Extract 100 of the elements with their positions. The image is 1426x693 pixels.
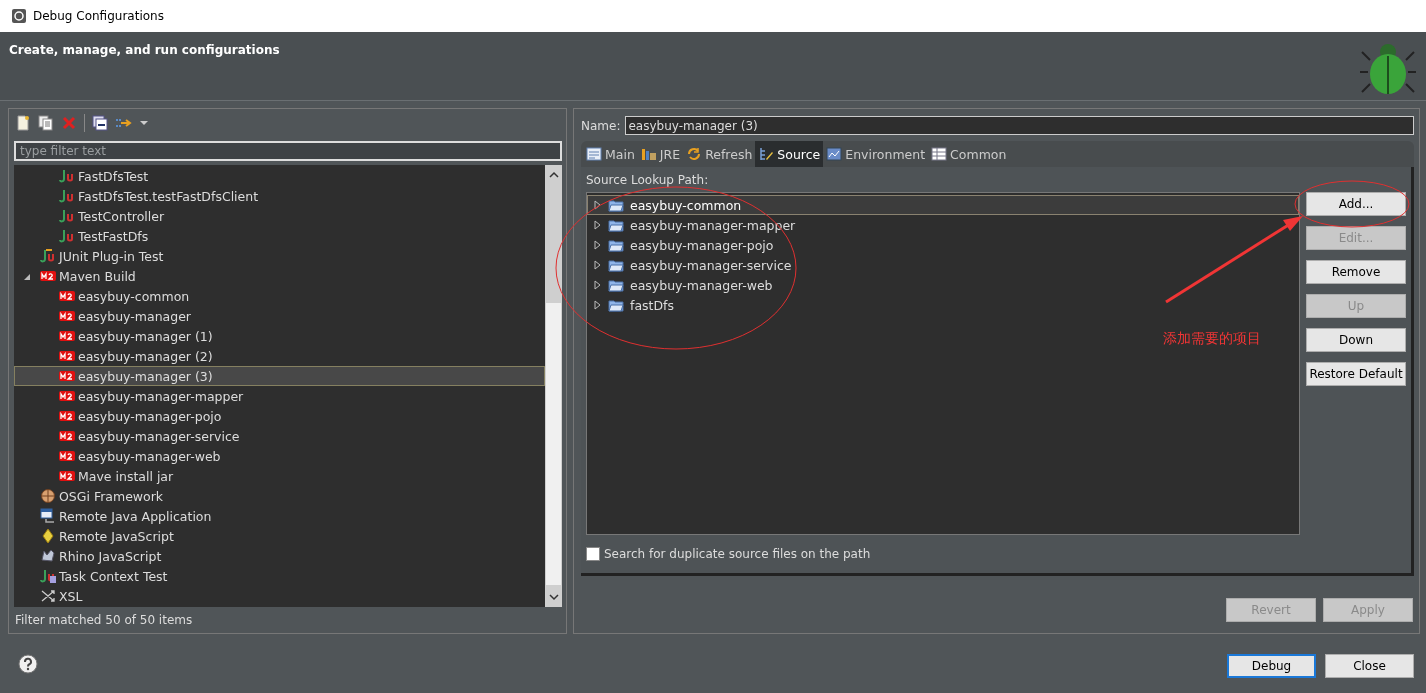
tab[interactable]: Main (583, 141, 638, 167)
scrollbar-thumb[interactable] (546, 303, 561, 585)
tree-item[interactable]: easybuy-manager-web (14, 446, 545, 466)
tree-item[interactable]: easybuy-manager (2) (14, 346, 545, 366)
source-item[interactable]: easybuy-manager-service (587, 255, 1299, 275)
tree-item[interactable]: Mave install jar (14, 466, 545, 486)
maven-icon (59, 428, 75, 444)
tree-item-label: FastDfsTest (78, 168, 149, 184)
tree-item[interactable]: TestController (14, 206, 545, 226)
junit-test-icon (59, 188, 75, 204)
source-item[interactable]: easybuy-manager-mapper (587, 215, 1299, 235)
tree-item[interactable]: easybuy-manager (14, 306, 545, 326)
source-item[interactable]: easybuy-common (587, 195, 1299, 215)
scrollbar[interactable] (545, 165, 562, 607)
tree-item[interactable]: Rhino JavaScript (14, 546, 545, 566)
tab[interactable]: Environment (823, 141, 929, 167)
tree-item[interactable]: easybuy-manager (3) (14, 366, 545, 386)
filter-status: Filter matched 50 of 50 items (14, 613, 194, 627)
tree-item-label: XSL (59, 588, 83, 604)
tab[interactable]: Source (755, 141, 824, 167)
tree-item-label: Mave install jar (78, 468, 174, 484)
tree-item[interactable]: FastDfsTest (14, 166, 545, 186)
maven-icon (59, 308, 75, 324)
tree-item[interactable]: easybuy-manager-mapper (14, 386, 545, 406)
tree-item[interactable]: Task Context Test (14, 566, 545, 586)
junit-test-icon (59, 228, 75, 244)
tree-item[interactable]: JUnit Plug-in Test (14, 246, 545, 266)
window-title: Debug Configurations (33, 9, 164, 23)
tree-item[interactable]: TestFastDfs (14, 226, 545, 246)
source-item-label: easybuy-common (630, 197, 742, 213)
maven-icon (59, 408, 75, 424)
tree-item[interactable]: easybuy-manager-pojo (14, 406, 545, 426)
dialog-button[interactable]: Close (1325, 653, 1414, 678)
tree-item-label: easybuy-manager (78, 308, 191, 324)
document-icon (586, 146, 602, 162)
folder-icon (608, 217, 624, 233)
source-action-button[interactable]: Restore Default (1306, 362, 1406, 386)
dialog-button[interactable]: Debug (1227, 653, 1316, 678)
tree-item-label: Maven Build (59, 268, 136, 284)
refresh-icon (686, 146, 703, 162)
tree-item[interactable]: easybuy-common (14, 286, 545, 306)
tree-item[interactable]: Remote Java Application (14, 506, 545, 526)
tree-item[interactable]: FastDfsTest.testFastDfsClient (14, 186, 545, 206)
tree-item-label: easybuy-manager-web (78, 448, 221, 464)
expand-arrow-icon[interactable] (23, 273, 31, 281)
maven-icon (59, 468, 75, 484)
folder-icon (608, 277, 624, 293)
checkbox[interactable] (586, 547, 600, 561)
diamond-icon (40, 528, 56, 544)
name-label: Name: (581, 118, 621, 133)
tree-item-label: Remote Java Application (59, 508, 212, 524)
folder-icon (608, 257, 624, 273)
tree-item[interactable]: XSL (14, 586, 545, 606)
tab[interactable]: Refresh (683, 141, 756, 167)
tree-item[interactable]: Remote JavaScript (14, 526, 545, 546)
source-action-button[interactable]: Remove (1306, 260, 1406, 284)
new-document-icon[interactable] (15, 115, 31, 131)
source-item-label: easybuy-manager-pojo (630, 237, 774, 253)
folder-icon (608, 297, 624, 313)
tab[interactable]: JRE (637, 141, 684, 167)
tab[interactable]: Common (928, 141, 1010, 167)
junit-test-icon (59, 168, 75, 184)
tree-item-label: Task Context Test (59, 568, 168, 584)
collapse-icon[interactable] (92, 115, 108, 131)
rhino-icon (40, 548, 56, 564)
duplicate-check-option[interactable]: Search for duplicate source files on the path (586, 547, 1406, 561)
source-action-button[interactable]: Add... (1306, 192, 1406, 216)
source-lookup-label: Source Lookup Path: (586, 173, 710, 187)
source-action-button[interactable]: Down (1306, 328, 1406, 352)
source-item-label: easybuy-manager-service (630, 257, 792, 273)
source-item[interactable]: easybuy-manager-web (587, 275, 1299, 295)
copy-icon[interactable] (38, 115, 54, 131)
tree-item[interactable]: easybuy-manager (1) (14, 326, 545, 346)
tree-item-label: Rhino JavaScript (59, 548, 162, 564)
tree-item-label: JUnit Plug-in Test (59, 248, 164, 264)
name-field[interactable]: easybuy-manager (3) (625, 116, 1414, 135)
junit-test-icon (59, 208, 75, 224)
annotation-text: 添加需要的项目 (1163, 330, 1261, 348)
help-icon[interactable] (18, 653, 38, 674)
maven-icon (59, 288, 75, 304)
tree-item-label: TestController (78, 208, 165, 224)
library-icon (640, 146, 657, 162)
app-icon (11, 8, 27, 24)
tree-item-label: easybuy-manager (2) (78, 348, 213, 364)
maven-icon (59, 368, 75, 384)
folder-icon (608, 197, 624, 213)
tree-item-label: TestFastDfs (78, 228, 149, 244)
tree-item-label: FastDfsTest.testFastDfsClient (78, 188, 259, 204)
tree-item[interactable]: easybuy-manager-service (14, 426, 545, 446)
header-title: Create, manage, and run configurations (9, 43, 280, 57)
source-item[interactable]: easybuy-manager-pojo (587, 235, 1299, 255)
source-item-label: fastDfs (630, 297, 674, 313)
tree-item[interactable]: Maven Build (14, 266, 545, 286)
source-item[interactable]: fastDfs (587, 295, 1299, 315)
tree-item-label: easybuy-common (78, 288, 190, 304)
filter-field[interactable]: type filter text (14, 141, 562, 161)
globe-icon (40, 488, 56, 504)
tree-item-label: easybuy-manager-pojo (78, 408, 222, 424)
tree-item[interactable]: OSGi Framework (14, 486, 545, 506)
maven-icon (59, 448, 75, 464)
